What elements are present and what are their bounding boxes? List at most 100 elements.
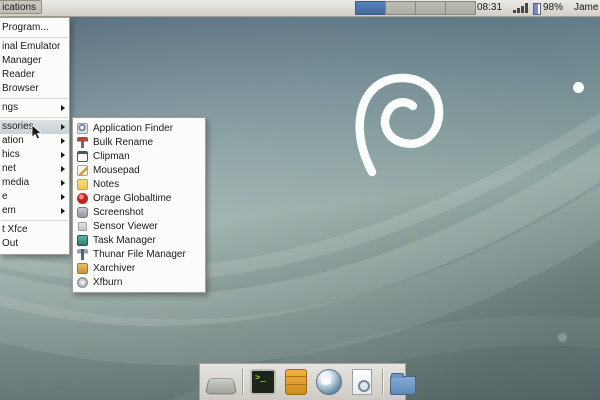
battery-percent: 98% — [543, 2, 563, 13]
menu-item-label: inal Emulator — [2, 41, 60, 52]
mouse-cursor — [31, 124, 43, 141]
show-desktop-icon[interactable] — [204, 378, 237, 394]
menu-item-label: Reader — [2, 69, 35, 80]
top-panel: ications 08:31 98% Jame — [0, 0, 600, 17]
username-menu[interactable]: Jame — [574, 2, 598, 13]
dock-separator — [382, 369, 383, 395]
workspace-2[interactable] — [385, 1, 415, 15]
submenu-item-label: Screenshot — [93, 207, 144, 218]
menu-separator — [1, 37, 68, 38]
dock — [199, 363, 406, 400]
menu-item[interactable]: hics — [0, 148, 69, 162]
menu-item-label: hics — [2, 149, 20, 160]
menu-item[interactable]: ngs — [0, 101, 69, 115]
menu-item[interactable]: Manager — [0, 54, 69, 68]
menu-item-label: ation — [2, 135, 24, 146]
submenu-item[interactable]: Application Finder — [73, 121, 205, 135]
web-browser-icon[interactable] — [316, 369, 342, 395]
bulk-rename-icon — [77, 137, 88, 148]
submenu-item[interactable]: Mousepad — [73, 163, 205, 177]
workspace-switcher[interactable] — [355, 1, 476, 15]
menu-item-label: Out — [2, 238, 18, 249]
submenu-arrow-icon — [61, 105, 65, 111]
submenu-item-label: Mousepad — [93, 165, 140, 176]
accessories-submenu: Application Finder Bulk RenameClipman Mous… — [72, 117, 206, 293]
submenu-item-label: Thunar File Manager — [93, 249, 186, 260]
menu-item-label: ssories — [2, 121, 34, 132]
applications-menu-button[interactable]: ications — [0, 0, 42, 14]
battery-icon[interactable] — [533, 3, 541, 15]
submenu-arrow-icon — [61, 208, 65, 214]
submenu-arrow-icon — [61, 124, 65, 130]
menu-item-label: Program... — [2, 22, 49, 33]
task-manager-icon — [77, 235, 88, 246]
desktop-dot-faint — [558, 333, 567, 342]
file-drawer-icon[interactable] — [285, 369, 307, 395]
desktop-dot — [573, 82, 584, 93]
network-signal-icon[interactable] — [513, 3, 529, 13]
submenu-item[interactable]: Task Manager — [73, 233, 205, 247]
xarchiver-icon — [77, 263, 88, 274]
menu-item[interactable]: em — [0, 204, 69, 218]
menu-item[interactable]: media — [0, 176, 69, 190]
submenu-item-label: Xfburn — [93, 277, 122, 288]
submenu-item-label: Task Manager — [93, 235, 156, 246]
menu-item[interactable]: t Xfce — [0, 223, 69, 237]
menu-item-label: e — [2, 191, 8, 202]
notes-icon — [77, 179, 88, 190]
submenu-item-label: Xarchiver — [93, 263, 135, 274]
submenu-item[interactable]: Screenshot — [73, 205, 205, 219]
menu-item[interactable]: Out — [0, 237, 69, 251]
clipman-icon — [77, 151, 88, 162]
menu-item-label: media — [2, 177, 29, 188]
menu-separator — [1, 98, 68, 99]
clock: 08:31 — [477, 2, 502, 13]
screenshot-icon — [77, 207, 88, 218]
desktop: ications 08:31 98% Jame Program... inal E… — [0, 0, 600, 400]
menu-item-label: em — [2, 205, 16, 216]
xfburn-icon — [77, 277, 88, 288]
submenu-item[interactable]: Thunar File Manager — [73, 247, 205, 261]
submenu-arrow-icon — [61, 152, 65, 158]
thunar-icon — [77, 249, 88, 260]
submenu-item-label: Sensor Viewer — [93, 221, 158, 232]
menu-item-label: t Xfce — [2, 224, 28, 235]
workspace-1[interactable] — [355, 1, 385, 15]
submenu-item-label: Application Finder — [93, 123, 173, 134]
menu-item[interactable]: Browser — [0, 82, 69, 96]
menu-item[interactable]: inal Emulator — [0, 40, 69, 54]
submenu-item[interactable]: Clipman — [73, 149, 205, 163]
file-manager-icon[interactable] — [390, 376, 416, 395]
sensor-viewer-icon — [78, 222, 87, 231]
submenu-arrow-icon — [61, 138, 65, 144]
orage-globaltime-icon — [77, 193, 88, 204]
menu-item[interactable]: Reader — [0, 68, 69, 82]
menu-item-label: Manager — [2, 55, 41, 66]
menu-item[interactable]: e — [0, 190, 69, 204]
submenu-arrow-icon — [61, 180, 65, 186]
menu-item[interactable]: net — [0, 162, 69, 176]
submenu-item[interactable]: Xfburn — [73, 275, 205, 289]
submenu-item-label: Bulk Rename — [93, 137, 153, 148]
submenu-item[interactable]: Xarchiver — [73, 261, 205, 275]
submenu-item[interactable]: Sensor Viewer — [73, 219, 205, 233]
application-finder-icon[interactable] — [352, 369, 372, 395]
menu-item[interactable]: Program... — [0, 21, 69, 35]
menu-separator — [1, 220, 68, 221]
submenu-item[interactable]: Notes — [73, 177, 205, 191]
dock-separator — [242, 369, 243, 395]
application-finder-icon — [77, 123, 88, 134]
menu-item-label: ngs — [2, 102, 18, 113]
menu-item-label: net — [2, 163, 16, 174]
menu-separator — [1, 117, 68, 118]
workspace-4[interactable] — [445, 1, 476, 15]
workspace-3[interactable] — [415, 1, 445, 15]
menu-item-label: Browser — [2, 83, 39, 94]
submenu-arrow-icon — [61, 166, 65, 172]
debian-logo — [360, 78, 439, 172]
terminal-icon[interactable] — [250, 369, 276, 395]
submenu-item-label: Notes — [93, 179, 119, 190]
submenu-item[interactable]: Bulk Rename — [73, 135, 205, 149]
submenu-item[interactable]: Orage Globaltime — [73, 191, 205, 205]
mousepad-icon — [77, 165, 88, 176]
